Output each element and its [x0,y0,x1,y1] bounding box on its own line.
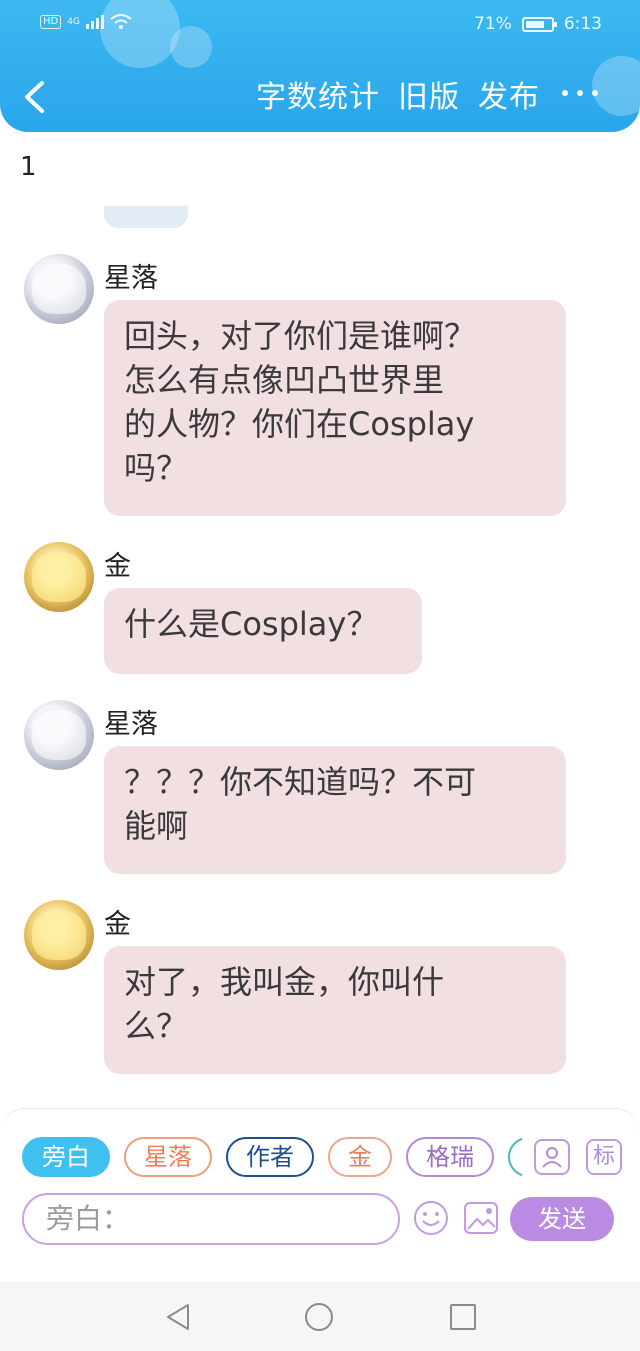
system-nav-bar [0,1282,640,1351]
publish-button[interactable]: 发布 [478,78,540,118]
sender-name: 星落 [104,263,158,294]
avatar[interactable] [24,254,94,324]
nav-back-icon[interactable] [164,1302,192,1332]
sender-name: 金 [104,551,131,582]
message-bubble[interactable]: 对了，我叫金，你叫什 么？ [104,946,566,1074]
message-text: 回头，对了你们是谁啊？ 怎么有点像凹凸世界里 的人物？你们在Cosplay 吗？ [124,317,477,487]
hd-indicator: HD [40,15,62,29]
composer-panel: 旁白 星落 作者 金 格瑞 k 标 旁白： 发送 [0,1108,640,1282]
person-card-icon [542,1147,562,1168]
header-actions: 字数统计 旧版 发布 [256,78,540,118]
status-bar: HD 4G 71% 6:13 [0,10,640,40]
decorative-bubble [592,56,640,116]
role-chip-k[interactable]: k [508,1137,522,1177]
message-text: 什么是Cosplay？ [124,605,379,643]
previous-bubble-fragment [104,206,188,228]
message-input[interactable]: 旁白： [22,1193,400,1245]
sender-name: 金 [104,909,131,940]
back-arrow-icon[interactable] [22,80,46,114]
role-chip-author[interactable]: 作者 [226,1137,314,1177]
tag-button[interactable]: 标 [586,1139,622,1175]
role-chip-list: 旁白 星落 作者 金 格瑞 k [22,1137,522,1179]
sender-name: 星落 [104,709,158,740]
nav-home-icon[interactable] [305,1303,333,1331]
message-bubble[interactable]: 什么是Cosplay？ [104,588,422,674]
role-chip-narration[interactable]: 旁白 [22,1137,110,1177]
top-app-bar: HD 4G 71% 6:13 字数统计 旧版 发布 [0,0,640,132]
page-number: 1 [20,152,37,182]
avatar[interactable] [24,900,94,970]
role-chip-jin[interactable]: 金 [328,1137,392,1177]
role-manage-button[interactable] [534,1139,570,1175]
role-chip-xingluo[interactable]: 星落 [124,1137,212,1177]
wifi-icon [110,14,132,29]
emoji-icon[interactable] [412,1199,450,1237]
nav-recent-apps-icon[interactable] [450,1304,476,1330]
role-chip-gerui[interactable]: 格瑞 [406,1137,494,1177]
message-bubble[interactable]: 回头，对了你们是谁啊？ 怎么有点像凹凸世界里 的人物？你们在Cosplay 吗？ [104,300,566,516]
battery-percent: 71% [474,14,512,34]
avatar[interactable] [24,700,94,770]
clock: 6:13 [563,14,602,34]
message-text: 对了，我叫金，你叫什 么？ [124,963,445,1045]
signal-icon [85,15,104,29]
send-button[interactable]: 发送 [510,1197,614,1241]
message-text: ？？？你不知道吗？不可 能啊 [124,763,477,845]
battery-icon [521,16,557,32]
word-count-button[interactable]: 字数统计 [256,78,380,118]
message-bubble[interactable]: ？？？你不知道吗？不可 能啊 [104,746,566,874]
image-icon[interactable] [462,1199,500,1237]
avatar[interactable] [24,542,94,612]
more-options-icon[interactable] [562,90,598,96]
old-version-button[interactable]: 旧版 [398,78,460,118]
network-type: 4G [67,16,80,27]
